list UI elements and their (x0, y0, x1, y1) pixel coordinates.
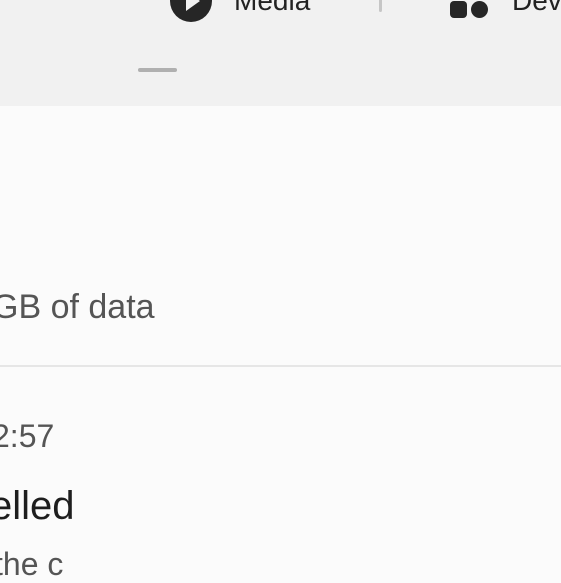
quick-panel: Media Dev (0, 0, 561, 106)
devices-label: Dev (512, 0, 561, 16)
entry-detail: the c (0, 546, 64, 582)
media-button[interactable]: Media (170, 0, 311, 22)
data-usage-text: GB of data (0, 288, 155, 326)
play-icon (170, 0, 212, 22)
devices-button[interactable]: Dev (450, 0, 561, 18)
devices-icon (450, 0, 490, 18)
row-divider (0, 365, 561, 367)
entry-status[interactable]: elled (0, 484, 75, 529)
notification-content: GB of data 2:57 elled the c (0, 106, 561, 582)
media-label: Media (234, 0, 311, 16)
quick-panel-divider (379, 0, 382, 12)
entry-time: 2:57 (0, 418, 55, 454)
drag-handle[interactable] (138, 68, 177, 72)
